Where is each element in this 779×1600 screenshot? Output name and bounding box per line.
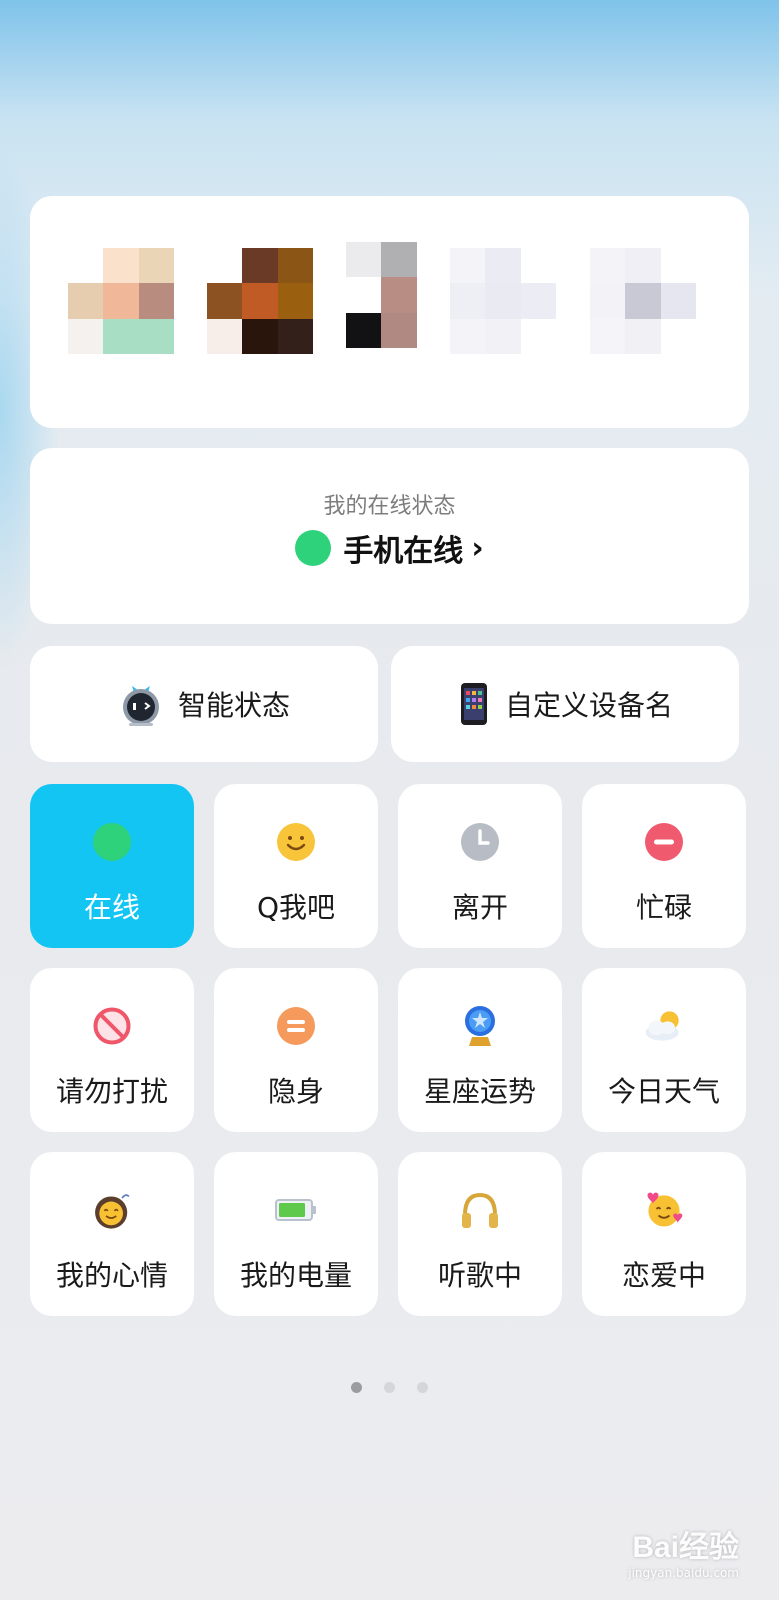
custom-device-name-label: 自定义设备名 xyxy=(504,689,673,722)
page-dot[interactable] xyxy=(417,1382,428,1393)
headphones-icon xyxy=(458,1188,502,1232)
custom-device-name-button[interactable]: 自定义设备名 xyxy=(391,646,739,762)
friend-avatar[interactable] xyxy=(207,248,313,354)
online-dot-icon xyxy=(295,530,332,566)
mood-icon xyxy=(90,1188,134,1232)
smile-face-icon xyxy=(274,820,318,864)
weather-icon xyxy=(642,1004,686,1048)
friend-avatar[interactable] xyxy=(590,248,696,354)
battery-icon xyxy=(274,1188,318,1232)
green-dot-icon xyxy=(90,820,134,864)
tile-label: 在线 xyxy=(83,891,140,924)
watermark: Bai经验 jingyan.baidu.com xyxy=(628,1522,739,1580)
clock-icon xyxy=(458,820,502,864)
friend-avatar[interactable] xyxy=(450,248,556,354)
status-tile-horoscope[interactable]: 星座运势 xyxy=(398,968,562,1132)
status-tile-battery[interactable]: 我的电量 xyxy=(214,1152,378,1316)
tile-label: 离开 xyxy=(451,891,508,924)
smart-status-button[interactable]: 智能状态 xyxy=(30,646,378,762)
status-tile-mood[interactable]: 我的心情 xyxy=(30,1152,194,1316)
crystal-ball-icon xyxy=(458,1004,502,1048)
status-tile-q-me[interactable]: Q我吧 xyxy=(214,784,378,948)
tile-label: Q我吧 xyxy=(256,891,336,924)
hearts-face-icon xyxy=(642,1188,686,1232)
status-tile-online[interactable]: 在线 xyxy=(30,784,194,948)
tile-label: 请勿打扰 xyxy=(55,1075,168,1108)
chevron-right-icon: › xyxy=(471,530,484,566)
recent-contacts-card xyxy=(30,196,749,428)
status-tile-invisible[interactable]: 隐身 xyxy=(214,968,378,1132)
online-status-card[interactable]: 我的在线状态 手机在线 › xyxy=(30,448,749,624)
tile-label: 星座运势 xyxy=(423,1075,536,1108)
status-tile-busy[interactable]: 忙碌 xyxy=(582,784,746,948)
page-indicator[interactable] xyxy=(0,1382,779,1393)
watermark-url: jingyan.baidu.com xyxy=(628,1566,739,1580)
tile-label: 隐身 xyxy=(267,1075,324,1108)
status-caption: 我的在线状态 xyxy=(323,494,456,519)
current-status-label: 手机在线 xyxy=(343,534,464,569)
page-dot-active[interactable] xyxy=(351,1382,362,1393)
tile-label: 听歌中 xyxy=(437,1259,522,1292)
tile-label: 忙碌 xyxy=(635,891,692,924)
busy-minus-icon xyxy=(642,820,686,864)
friend-avatar[interactable] xyxy=(346,242,452,348)
no-entry-icon xyxy=(90,1004,134,1048)
watermark-logo: Bai经验 xyxy=(632,1531,739,1564)
tile-label: 我的心情 xyxy=(55,1259,168,1292)
phone-icon xyxy=(460,683,487,725)
friend-avatar[interactable] xyxy=(68,248,174,354)
smart-status-label: 智能状态 xyxy=(177,689,290,722)
tile-label: 我的电量 xyxy=(239,1259,352,1292)
current-status[interactable]: 手机在线 › xyxy=(30,526,749,570)
status-tile-dnd[interactable]: 请勿打扰 xyxy=(30,968,194,1132)
tile-label: 今日天气 xyxy=(607,1075,720,1108)
status-tile-away[interactable]: 离开 xyxy=(398,784,562,948)
invisible-icon xyxy=(274,1004,318,1048)
status-tile-in-love[interactable]: 恋爱中 xyxy=(582,1152,746,1316)
tile-label: 恋爱中 xyxy=(621,1259,706,1292)
status-tile-music[interactable]: 听歌中 xyxy=(398,1152,562,1316)
status-tile-weather[interactable]: 今日天气 xyxy=(582,968,746,1132)
robot-icon xyxy=(122,686,159,726)
page-dot[interactable] xyxy=(384,1382,395,1393)
